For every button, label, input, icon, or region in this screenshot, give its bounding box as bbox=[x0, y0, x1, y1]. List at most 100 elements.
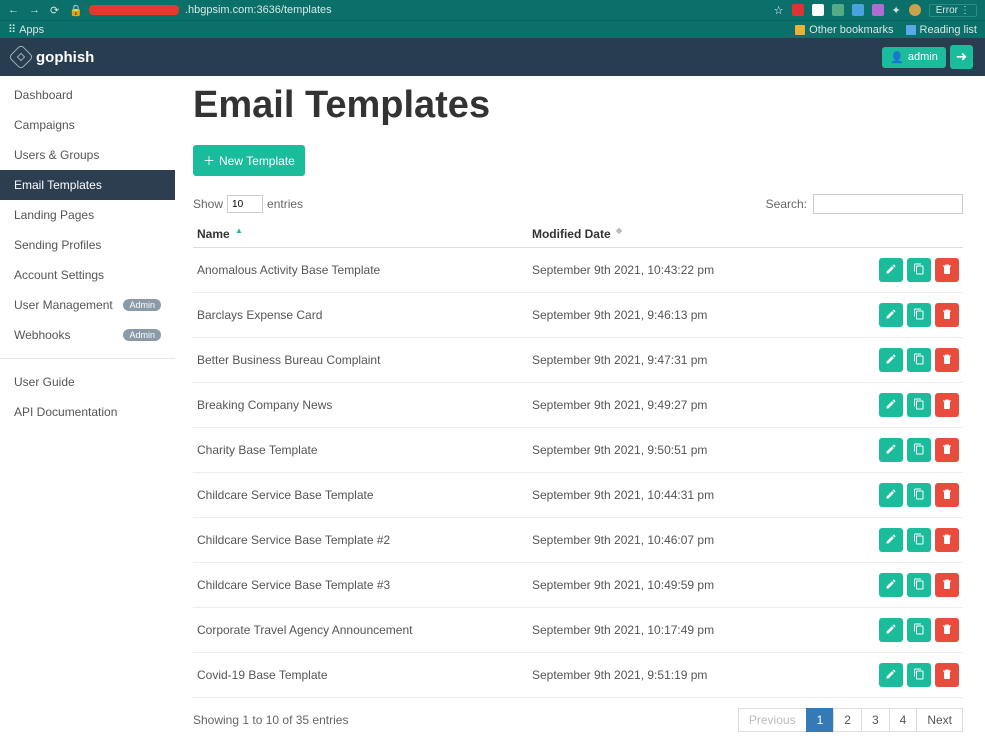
delete-button[interactable] bbox=[935, 663, 959, 687]
sidebar-item-label: Users & Groups bbox=[14, 148, 99, 162]
pencil-icon bbox=[885, 308, 897, 323]
pagination-page-1[interactable]: 1 bbox=[806, 708, 835, 732]
url-text: .hbgpsim.com:3636/templates bbox=[185, 4, 332, 16]
cell-actions bbox=[813, 293, 963, 338]
edit-button[interactable] bbox=[879, 393, 903, 417]
extension-icon[interactable] bbox=[872, 4, 884, 16]
edit-button[interactable] bbox=[879, 528, 903, 552]
apps-shortcut[interactable]: ⠿ Apps bbox=[8, 23, 44, 36]
back-icon[interactable]: ← bbox=[8, 4, 19, 16]
search-input[interactable] bbox=[813, 194, 963, 214]
brand[interactable]: gophish bbox=[12, 48, 94, 66]
edit-button[interactable] bbox=[879, 573, 903, 597]
table-row: Barclays Expense CardSeptember 9th 2021,… bbox=[193, 293, 963, 338]
pencil-icon bbox=[885, 443, 897, 458]
show-label: Show bbox=[193, 197, 223, 211]
sidebar-item-account-settings[interactable]: Account Settings bbox=[0, 260, 175, 290]
reload-icon[interactable]: ⟳ bbox=[50, 4, 59, 17]
other-bookmarks[interactable]: Other bookmarks bbox=[795, 24, 893, 36]
extension-icon[interactable] bbox=[812, 4, 824, 16]
copy-icon bbox=[913, 308, 925, 323]
sidebar-item-landing-pages[interactable]: Landing Pages bbox=[0, 200, 175, 230]
table-info-text: Showing 1 to 10 of 35 entries bbox=[193, 713, 348, 727]
forward-icon[interactable]: → bbox=[29, 4, 40, 16]
edit-button[interactable] bbox=[879, 483, 903, 507]
copy-button[interactable] bbox=[907, 663, 931, 687]
admin-user-button[interactable]: 👤 admin bbox=[882, 47, 946, 68]
copy-button[interactable] bbox=[907, 483, 931, 507]
edit-button[interactable] bbox=[879, 663, 903, 687]
copy-button[interactable] bbox=[907, 303, 931, 327]
sidebar-item-dashboard[interactable]: Dashboard bbox=[0, 80, 175, 110]
edit-button[interactable] bbox=[879, 438, 903, 462]
sidebar-item-webhooks[interactable]: WebhooksAdmin bbox=[0, 320, 175, 350]
search-label: Search: bbox=[766, 197, 807, 211]
copy-button[interactable] bbox=[907, 528, 931, 552]
sidebar-item-label: Webhooks bbox=[14, 328, 70, 342]
delete-button[interactable] bbox=[935, 258, 959, 282]
cell-modified-date: September 9th 2021, 9:46:13 pm bbox=[528, 293, 813, 338]
pagination-prev: Previous bbox=[738, 708, 807, 732]
edit-button[interactable] bbox=[879, 258, 903, 282]
logout-icon: ➜ bbox=[956, 49, 967, 64]
copy-button[interactable] bbox=[907, 258, 931, 282]
new-template-button[interactable]: ＋ New Template bbox=[193, 145, 305, 176]
trash-icon bbox=[941, 533, 953, 548]
trash-icon bbox=[941, 398, 953, 413]
sidebar-item-label: Account Settings bbox=[14, 268, 104, 282]
cell-modified-date: September 9th 2021, 10:17:49 pm bbox=[528, 608, 813, 653]
page-length-input[interactable] bbox=[227, 195, 263, 213]
sidebar-item-user-management[interactable]: User ManagementAdmin bbox=[0, 290, 175, 320]
reading-list[interactable]: Reading list bbox=[906, 24, 977, 36]
cell-name: Charity Base Template bbox=[193, 428, 528, 473]
sidebar-item-user-guide[interactable]: User Guide bbox=[0, 367, 175, 397]
cell-actions bbox=[813, 383, 963, 428]
delete-button[interactable] bbox=[935, 573, 959, 597]
trash-icon bbox=[941, 443, 953, 458]
sidebar-item-api-documentation[interactable]: API Documentation bbox=[0, 397, 175, 427]
delete-button[interactable] bbox=[935, 438, 959, 462]
delete-button[interactable] bbox=[935, 303, 959, 327]
copy-button[interactable] bbox=[907, 573, 931, 597]
extension-icon[interactable] bbox=[832, 4, 844, 16]
sidebar: DashboardCampaigns Users & Groups Email Te… bbox=[0, 76, 175, 752]
cell-name: Childcare Service Base Template #2 bbox=[193, 518, 528, 563]
sidebar-item-users-groups[interactable]: Users & Groups bbox=[0, 140, 175, 170]
column-header-actions bbox=[813, 220, 963, 248]
table-row: Better Business Bureau ComplaintSeptembe… bbox=[193, 338, 963, 383]
column-header-date[interactable]: Modified Date ◆ bbox=[528, 220, 813, 248]
pagination-page-2[interactable]: 2 bbox=[833, 708, 862, 732]
edit-button[interactable] bbox=[879, 303, 903, 327]
sidebar-item-campaigns[interactable]: Campaigns bbox=[0, 110, 175, 140]
lock-icon: 🔒 bbox=[69, 4, 83, 17]
profile-avatar[interactable] bbox=[909, 4, 921, 16]
trash-icon bbox=[941, 578, 953, 593]
star-icon[interactable]: ☆ bbox=[774, 4, 784, 17]
pagination-next[interactable]: Next bbox=[916, 708, 963, 732]
delete-button[interactable] bbox=[935, 348, 959, 372]
edit-button[interactable] bbox=[879, 348, 903, 372]
delete-button[interactable] bbox=[935, 483, 959, 507]
pagination-page-4[interactable]: 4 bbox=[889, 708, 918, 732]
extension-icon[interactable] bbox=[792, 4, 804, 16]
table-row: Anomalous Activity Base TemplateSeptembe… bbox=[193, 248, 963, 293]
copy-icon bbox=[913, 443, 925, 458]
column-header-name[interactable]: Name ▲ bbox=[193, 220, 528, 248]
delete-button[interactable] bbox=[935, 528, 959, 552]
table-row: Covid-19 Base TemplateSeptember 9th 2021… bbox=[193, 653, 963, 698]
delete-button[interactable] bbox=[935, 618, 959, 642]
sidebar-item-email-templates[interactable]: Email Templates bbox=[0, 170, 175, 200]
delete-button[interactable] bbox=[935, 393, 959, 417]
extensions-menu-icon[interactable]: ✦ bbox=[892, 4, 901, 17]
pagination-page-3[interactable]: 3 bbox=[861, 708, 890, 732]
copy-button[interactable] bbox=[907, 393, 931, 417]
logout-button[interactable]: ➜ bbox=[950, 45, 973, 69]
trash-icon bbox=[941, 308, 953, 323]
edit-button[interactable] bbox=[879, 618, 903, 642]
copy-button[interactable] bbox=[907, 348, 931, 372]
error-indicator[interactable]: Error⋮ bbox=[929, 4, 977, 17]
copy-button[interactable] bbox=[907, 618, 931, 642]
extension-icon[interactable] bbox=[852, 4, 864, 16]
sidebar-item-sending-profiles[interactable]: Sending Profiles bbox=[0, 230, 175, 260]
copy-button[interactable] bbox=[907, 438, 931, 462]
